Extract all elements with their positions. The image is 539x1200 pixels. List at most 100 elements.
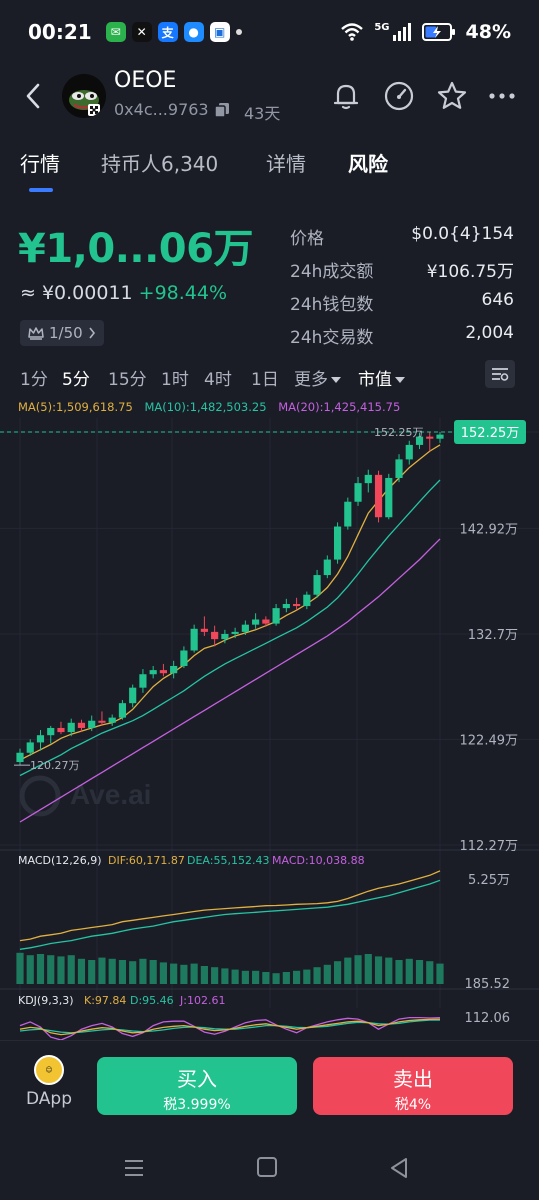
candle-body (57, 727, 65, 733)
macd-histogram-bar (426, 961, 434, 984)
sell-label: 卖出 (393, 1067, 433, 1091)
settings-sliders-icon (492, 368, 509, 381)
candle-body (159, 670, 167, 674)
macd-histogram-bar (98, 957, 106, 984)
macd-y-tick: 5.25万 (468, 873, 510, 888)
kdj-title: KDJ(9,3,3) (18, 994, 74, 1007)
macd-histogram-bar (149, 960, 157, 984)
candle-body (67, 722, 75, 733)
home-icon[interactable] (256, 1156, 278, 1178)
candle-body (344, 501, 352, 527)
tab-details[interactable]: 详情 (266, 148, 306, 177)
macd-histogram-bar (57, 956, 65, 984)
ma20-label: MA(20):1,425,415.75 (278, 400, 401, 414)
candle-body (323, 559, 331, 576)
macd-histogram-bar (333, 961, 342, 984)
token-address[interactable]: 0x4c...9763 (114, 100, 209, 119)
back-icon[interactable] (20, 80, 48, 112)
candle-body (303, 594, 311, 607)
gauge-icon[interactable] (383, 80, 415, 112)
alipay-icon: 支 (157, 22, 178, 42)
status-time: 00:21 (28, 20, 92, 44)
timeframe-1m[interactable]: 1分 (20, 365, 48, 390)
status-bar: 00:21 ✉ ✕ 支 ● ▣ 5G 48% (0, 0, 539, 64)
candle-body (374, 474, 383, 518)
candle-body (36, 735, 45, 743)
dropdown-triangle-icon (331, 377, 341, 383)
macd-histogram-bar (26, 955, 34, 984)
stat-value: 2,004 (465, 323, 514, 343)
tab-holders[interactable]: 持币人6,340 (101, 148, 218, 177)
more-icon[interactable] (486, 80, 518, 112)
stat-value: ¥106.75万 (426, 262, 514, 282)
rank-badge[interactable]: 1/50 (20, 320, 104, 346)
timeframe-1h[interactable]: 1时 (161, 365, 189, 390)
copy-icon[interactable] (214, 102, 230, 118)
tab-risk[interactable]: 风险 (348, 148, 388, 177)
stat-label: 24h交易数 (290, 328, 374, 348)
candle-body (333, 526, 342, 560)
candle-body (405, 444, 413, 460)
timeframe-1d[interactable]: 1日 (251, 365, 279, 390)
timeframe-4h[interactable]: 4时 (204, 365, 232, 390)
token-header: OEOE 0x4c...9763 43天 (0, 66, 539, 128)
tab-market[interactable]: 行情 (20, 148, 60, 177)
buy-button[interactable]: 买入 税3.999% (97, 1057, 297, 1115)
timeframe-more[interactable]: 更多 (294, 365, 341, 390)
macd-histogram-bar (118, 960, 127, 984)
macd-histogram-bar (108, 958, 116, 984)
chart-settings-button[interactable] (485, 360, 515, 388)
macd-histogram-bar (16, 952, 24, 984)
candle-body (190, 628, 198, 651)
macd-histogram-bar (88, 960, 96, 984)
menu-icon[interactable] (122, 1156, 146, 1180)
back-nav-icon[interactable] (388, 1156, 410, 1180)
candle-body (108, 717, 116, 723)
market-cap-toggle[interactable]: 市值 (358, 365, 405, 390)
macd-histogram-bar (77, 958, 86, 984)
candle-body (385, 477, 393, 518)
candle-body (88, 720, 96, 728)
candle-body (231, 631, 239, 634)
bell-icon[interactable] (330, 80, 362, 112)
market-cap-label: 市值 (358, 370, 392, 390)
sell-button[interactable]: 卖出 税4% (313, 1057, 513, 1115)
dapp-button[interactable]: ☺ DApp (22, 1055, 76, 1109)
star-icon[interactable] (436, 80, 468, 112)
macd-histogram-bar (436, 963, 444, 984)
macd-histogram-bar (374, 956, 383, 984)
candle-body (395, 459, 403, 478)
crown-icon (28, 327, 44, 340)
stat-price: 价格 $0.0{4}154 (290, 224, 514, 257)
macd-histogram-bar (405, 958, 413, 984)
timeframe-15m[interactable]: 15分 (108, 365, 147, 390)
stat-value: 646 (481, 290, 514, 310)
candle-body (129, 687, 137, 704)
low-marker-label: 120.27万 (30, 759, 80, 772)
price-change: +98.44% (138, 282, 228, 304)
candle-body (293, 603, 301, 607)
macd-histogram-bar (344, 957, 352, 984)
system-nav-bar (0, 1140, 539, 1200)
action-bar: ☺ DApp 买入 税3.999% 卖出 税4% (0, 1040, 539, 1136)
okx-icon: ✕ (131, 22, 152, 42)
candle-body (313, 575, 321, 595)
status-app-icons: ✉ ✕ 支 ● ▣ (105, 22, 230, 42)
market-cap-price: ¥1,0...06万 (18, 226, 253, 272)
candle-body (77, 722, 86, 728)
macd-histogram-bar (180, 964, 188, 984)
macd-histogram-bar (364, 954, 372, 984)
candle-body (436, 434, 444, 439)
candle-body (200, 628, 208, 632)
high-marker-label: 152.25万 (374, 426, 424, 439)
buy-label: 买入 (177, 1067, 217, 1091)
price-chart[interactable]: Ave.ai142.92万132.7万122.49万112.27万152.25万… (0, 418, 539, 1040)
macd-histogram-bar (354, 955, 362, 984)
stat-trades: 24h交易数 2,004 (290, 323, 514, 356)
stat-volume: 24h成交额 ¥106.75万 (290, 257, 514, 290)
sell-tax: 税4% (394, 1097, 432, 1113)
macd-dif-line (19, 870, 441, 942)
token-name: OEOE (114, 68, 177, 93)
signal-icon (392, 23, 411, 41)
timeframe-5m[interactable]: 5分 (62, 365, 90, 390)
